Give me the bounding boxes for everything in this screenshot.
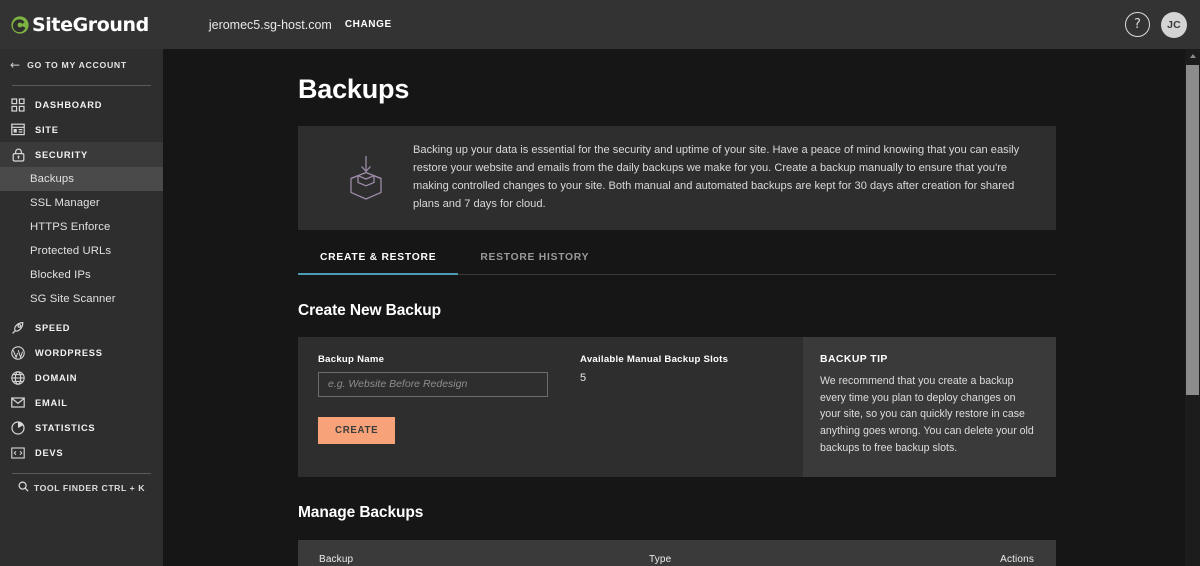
- sidebar-subitem-backups[interactable]: Backups: [0, 167, 163, 191]
- go-to-my-account-link[interactable]: ← GO TO MY ACCOUNT: [0, 49, 163, 81]
- sidebar-subitem-https-enforce-label: HTTPS Enforce: [30, 221, 111, 233]
- go-to-my-account-label: GO TO MY ACCOUNT: [27, 60, 127, 70]
- create-backup-card: Backup Name Available Manual Backup Slot…: [298, 336, 1056, 477]
- available-slots-value: 5: [580, 371, 587, 384]
- sidebar-item-wordpress-label: WORDPRESS: [35, 347, 103, 358]
- sidebar-item-statistics-label: STATISTICS: [35, 422, 96, 433]
- chevron-up-icon[interactable]: [1185, 49, 1200, 63]
- sidebar-subitem-blocked-ips-label: Blocked IPs: [30, 269, 91, 281]
- padlock-icon: [10, 147, 26, 163]
- tab-restore-history-label: RESTORE HISTORY: [480, 251, 590, 263]
- sidebar-subitem-https-enforce[interactable]: HTTPS Enforce: [0, 215, 163, 239]
- backup-name-field-group: Backup Name: [318, 354, 562, 397]
- arrow-left-icon: ←: [10, 58, 21, 72]
- site-domain-label: jeromec5.sg-host.com: [208, 17, 332, 32]
- create-backup-fields: Backup Name Available Manual Backup Slot…: [318, 354, 783, 397]
- sidebar-item-domain-label: DOMAIN: [35, 372, 78, 383]
- pie-chart-icon: [10, 420, 26, 436]
- create-backup-button[interactable]: CREATE: [318, 416, 396, 444]
- backup-tip-body: We recommend that you create a backup ev…: [820, 374, 1034, 454]
- backup-name-input[interactable]: [318, 371, 548, 397]
- sidebar: ← GO TO MY ACCOUNT DASHBOARD SITE SECURI…: [0, 49, 163, 566]
- page-title: Backups: [298, 74, 410, 104]
- rocket-icon: [10, 320, 26, 336]
- top-bar: SiteGround jeromec5.sg-host.com CHANGE ?…: [0, 0, 1200, 49]
- scrollbar-thumb[interactable]: [1186, 65, 1199, 395]
- sidebar-item-domain[interactable]: DOMAIN: [0, 365, 163, 390]
- sidebar-subitem-blocked-ips[interactable]: Blocked IPs: [0, 263, 163, 287]
- siteground-logo-text: SiteGround: [32, 13, 149, 36]
- sidebar-subitem-sg-site-scanner[interactable]: SG Site Scanner: [0, 287, 163, 311]
- sidebar-item-statistics[interactable]: STATISTICS: [0, 415, 163, 440]
- tab-bar: CREATE & RESTORE RESTORE HISTORY: [298, 252, 1056, 275]
- main-content: Backups Backing up your data is essentia…: [163, 49, 1200, 566]
- search-icon: [18, 479, 29, 497]
- tool-finder-label: TOOL FINDER CTRL + K: [33, 483, 146, 493]
- change-site-link[interactable]: CHANGE: [345, 19, 392, 30]
- column-header-type: Type: [649, 554, 672, 566]
- sidebar-item-devs[interactable]: DEVS: [0, 440, 163, 465]
- sidebar-subitem-ssl-manager[interactable]: SSL Manager: [0, 191, 163, 215]
- content-container: Backups Backing up your data is essentia…: [163, 74, 1200, 566]
- sidebar-item-security[interactable]: SECURITY: [0, 142, 163, 167]
- backup-tip-panel: BACKUP TIP We recommend that you create …: [803, 336, 1056, 477]
- avatar[interactable]: JC: [1161, 11, 1187, 38]
- sidebar-item-devs-label: DEVS: [35, 447, 64, 458]
- column-header-backup: Backup: [319, 554, 354, 566]
- sidebar-divider-top: [12, 85, 151, 86]
- backups-table-header: Backup Type Actions: [298, 539, 1056, 566]
- code-brackets-icon: [10, 445, 26, 461]
- open-box-download-icon: [318, 154, 413, 202]
- question-mark-icon[interactable]: ?: [1125, 12, 1150, 37]
- sidebar-subitem-backups-label: Backups: [30, 173, 75, 185]
- manage-backups-title: Manage Backups: [298, 503, 424, 521]
- column-header-actions: Actions: [1000, 554, 1034, 566]
- sidebar-item-email-label: EMAIL: [35, 397, 68, 408]
- tab-restore-history[interactable]: RESTORE HISTORY: [458, 252, 611, 274]
- browser-window-icon: [10, 122, 26, 138]
- sidebar-item-speed[interactable]: SPEED: [0, 315, 163, 340]
- vertical-scrollbar[interactable]: [1185, 49, 1200, 566]
- info-banner-text: Backing up your data is essential for th…: [413, 144, 1020, 210]
- sidebar-item-email[interactable]: EMAIL: [0, 390, 163, 415]
- available-slots-group: Available Manual Backup Slots 5: [562, 354, 728, 397]
- envelope-icon: [10, 395, 26, 411]
- sidebar-subitem-ssl-manager-label: SSL Manager: [30, 197, 100, 209]
- backup-name-label: Backup Name: [318, 353, 385, 365]
- tool-finder-button[interactable]: TOOL FINDER CTRL + K: [0, 474, 163, 502]
- create-new-backup-title: Create New Backup: [298, 301, 442, 319]
- sidebar-item-dashboard[interactable]: DASHBOARD: [0, 92, 163, 117]
- sidebar-nav: DASHBOARD SITE SECURITY Backups SSL Mana…: [0, 92, 163, 465]
- sidebar-item-site-label: SITE: [35, 124, 59, 135]
- create-backup-form: Backup Name Available Manual Backup Slot…: [298, 337, 803, 477]
- siteground-logo[interactable]: SiteGround: [10, 0, 149, 49]
- sidebar-subitem-protected-urls-label: Protected URLs: [30, 245, 112, 257]
- sidebar-subitem-sg-site-scanner-label: SG Site Scanner: [30, 293, 116, 305]
- globe-icon: [10, 370, 26, 386]
- tab-create-and-restore[interactable]: CREATE & RESTORE: [298, 251, 459, 275]
- sidebar-item-wordpress[interactable]: WORDPRESS: [0, 340, 163, 365]
- available-slots-label: Available Manual Backup Slots: [580, 353, 729, 365]
- siteground-logo-icon: [10, 15, 30, 35]
- sidebar-item-site[interactable]: SITE: [0, 117, 163, 142]
- wordpress-icon: [10, 345, 26, 361]
- sidebar-item-speed-label: SPEED: [35, 322, 71, 333]
- backup-tip-title: BACKUP TIP: [820, 353, 888, 365]
- tab-create-and-restore-label: CREATE & RESTORE: [320, 251, 437, 263]
- topbar-right-actions: ? JC: [1125, 11, 1187, 38]
- backups-table: Backup Type Actions 02/03/202221:30 Syst…: [298, 539, 1056, 566]
- grid-squares-icon: [10, 97, 26, 113]
- sidebar-subitem-protected-urls[interactable]: Protected URLs: [0, 239, 163, 263]
- sidebar-item-dashboard-label: DASHBOARD: [35, 99, 103, 110]
- sidebar-item-security-label: SECURITY: [35, 149, 89, 160]
- info-banner: Backing up your data is essential for th…: [298, 126, 1056, 230]
